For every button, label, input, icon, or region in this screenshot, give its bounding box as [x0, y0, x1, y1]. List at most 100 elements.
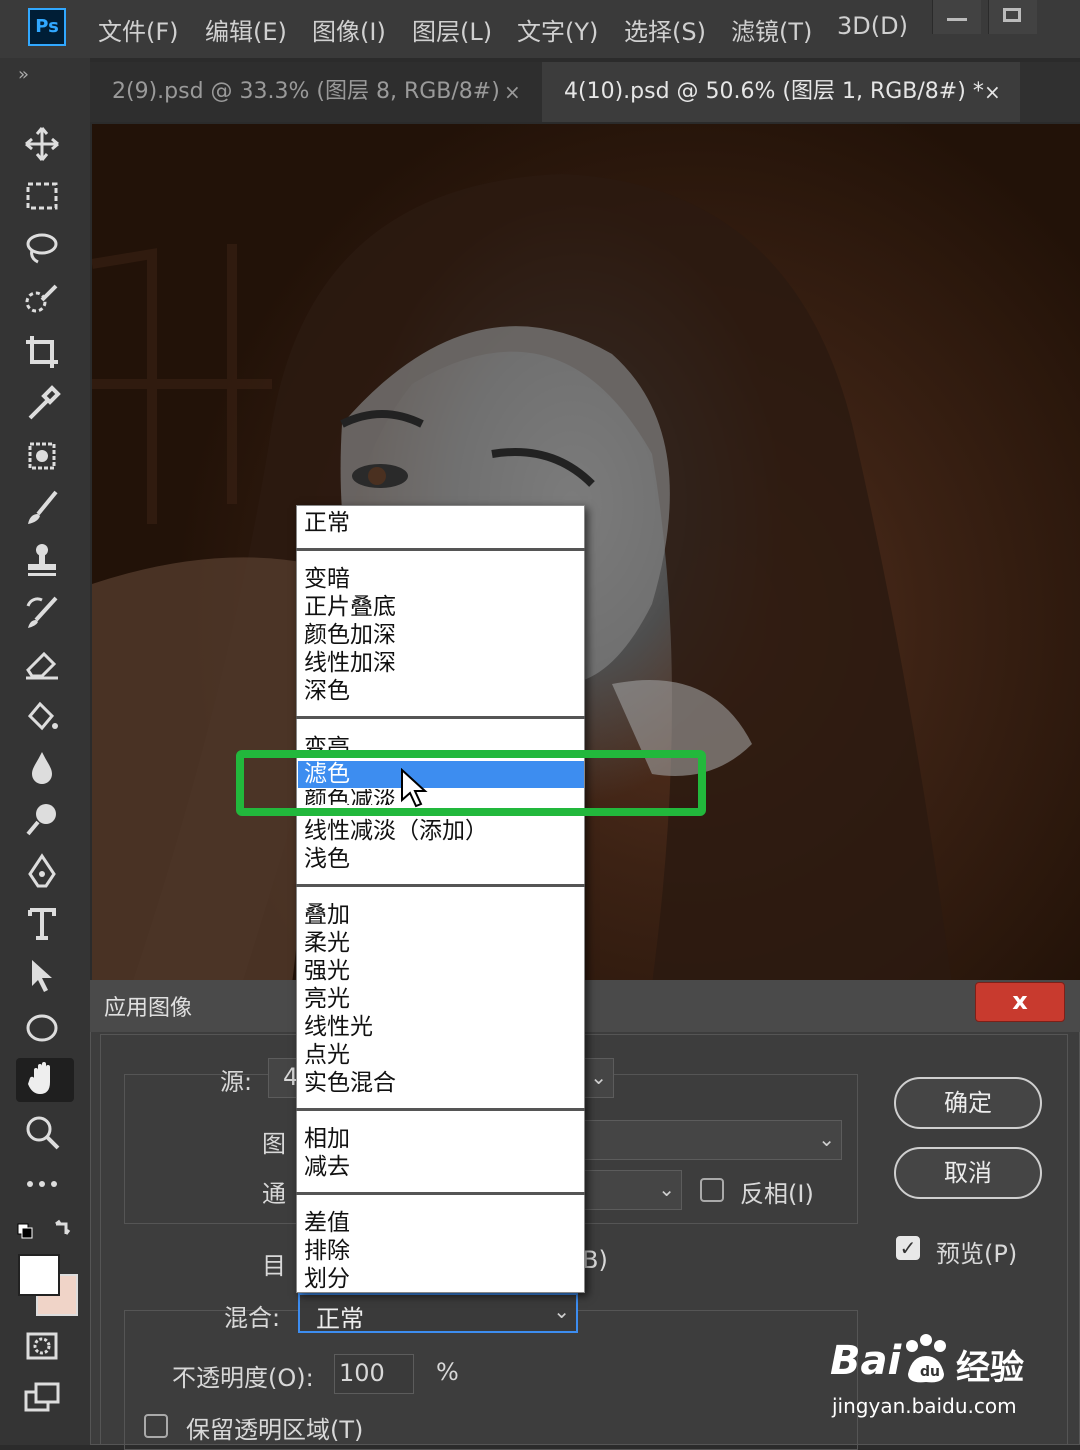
baidu-watermark: Bai du 经验 jingyan.baidu.com	[830, 1330, 1070, 1430]
blend-option[interactable]: 正常	[304, 509, 350, 537]
svg-text:du: du	[920, 1364, 940, 1380]
blend-option[interactable]: 变暗	[304, 565, 350, 593]
blend-option[interactable]: 柔光	[304, 929, 350, 957]
marquee-tool[interactable]	[22, 176, 70, 220]
preserve-transparency-checkbox[interactable]	[144, 1414, 168, 1438]
drop-icon	[32, 752, 52, 784]
crop-icon	[26, 336, 58, 368]
menu-separator	[296, 884, 585, 887]
source-label: 源:	[220, 1068, 253, 1096]
pen-tool[interactable]	[22, 852, 70, 896]
blend-option[interactable]: 实色混合	[304, 1069, 396, 1097]
chevron-down-icon: ⌄	[590, 1065, 607, 1089]
dodge-tool[interactable]	[22, 800, 70, 844]
eraser-tool[interactable]	[22, 644, 70, 688]
close-icon[interactable]: ×	[504, 62, 521, 122]
menu-edit[interactable]: 编辑(E)	[205, 12, 287, 47]
blend-option[interactable]: 线性加深	[304, 649, 396, 677]
menu-3d[interactable]: 3D(D)	[837, 12, 908, 40]
maximize-button[interactable]	[988, 0, 1037, 34]
screen-mode-icon	[24, 1382, 60, 1412]
stamp-icon	[28, 544, 56, 576]
blend-option[interactable]: 线性减淡（添加）	[304, 817, 488, 845]
menu-filter[interactable]: 滤镜(T)	[731, 12, 812, 47]
zoom-tool[interactable]	[22, 1112, 70, 1156]
chevron-down-icon: ⌄	[658, 1177, 675, 1201]
blend-option[interactable]: 点光	[304, 1041, 350, 1069]
eyedropper-icon	[28, 385, 61, 420]
blend-option[interactable]: 亮光	[304, 985, 350, 1013]
menu-file[interactable]: 文件(F)	[98, 12, 179, 47]
swap-colors[interactable]	[16, 1218, 76, 1248]
tab-document-2[interactable]: 4(10).psd @ 50.6% (图层 1, RGB/8#) * ×	[542, 62, 1020, 122]
arrow-cursor-icon	[32, 960, 52, 992]
invert-label: 反相(I)	[740, 1180, 814, 1208]
hand-icon	[28, 1062, 50, 1094]
stamp-tool[interactable]	[22, 540, 70, 584]
screen-mode-tool[interactable]	[22, 1378, 70, 1422]
blend-option[interactable]: 浅色	[304, 845, 350, 873]
blend-option[interactable]: 线性光	[304, 1013, 373, 1041]
blend-option[interactable]: 减去	[304, 1153, 350, 1181]
blur-tool[interactable]	[22, 748, 70, 792]
target-value-suffix: B)	[582, 1246, 608, 1274]
pen-icon	[28, 853, 56, 888]
blend-mode-select[interactable]: 正常 ⌄	[298, 1293, 578, 1333]
more-dots-icon	[27, 1181, 57, 1187]
history-brush-tool[interactable]	[22, 592, 70, 636]
opacity-label: 不透明度(O):	[172, 1364, 314, 1392]
paint-bucket-tool[interactable]	[22, 696, 70, 740]
type-tool[interactable]	[22, 904, 70, 948]
menu-type[interactable]: 文字(Y)	[517, 12, 598, 47]
tab-label: 4(10).psd @ 50.6% (图层 1, RGB/8#) *	[564, 79, 984, 104]
preview-checkbox[interactable]: ✓	[896, 1236, 920, 1260]
frame-tool[interactable]	[22, 436, 70, 480]
quick-mask-tool[interactable]	[22, 1326, 70, 1370]
close-icon[interactable]: ×	[984, 62, 1001, 122]
minimize-button[interactable]	[932, 0, 981, 34]
blend-option[interactable]: 排除	[304, 1237, 350, 1265]
foreground-color-swatch[interactable]	[18, 1254, 60, 1296]
blend-label: 混合:	[224, 1304, 281, 1332]
tab-document-1[interactable]: 2(9).psd @ 33.3% (图层 8, RGB/8#) ×	[90, 62, 542, 122]
brush-icon	[28, 490, 58, 524]
cancel-button[interactable]: 取消	[894, 1147, 1042, 1199]
blend-option[interactable]: 颜色加深	[304, 621, 396, 649]
move-tool[interactable]	[22, 124, 70, 168]
invert-checkbox[interactable]	[700, 1178, 724, 1202]
menu-select[interactable]: 选择(S)	[624, 12, 706, 47]
preview-label: 预览(P)	[936, 1240, 1018, 1268]
ok-button[interactable]: 确定	[894, 1077, 1042, 1129]
blend-option[interactable]: 差值	[304, 1209, 350, 1237]
blend-option[interactable]: 正片叠底	[304, 593, 396, 621]
minimize-icon	[947, 18, 967, 21]
path-select-tool[interactable]	[22, 956, 70, 1000]
lasso-tool[interactable]	[22, 228, 70, 272]
brush-tool[interactable]	[22, 488, 70, 532]
document-canvas[interactable]	[92, 124, 1080, 984]
crop-tool[interactable]	[22, 332, 70, 376]
quick-select-tool[interactable]	[22, 280, 70, 324]
portrait-image	[92, 174, 952, 984]
blend-option[interactable]: 强光	[304, 957, 350, 985]
chevron-down-icon: ⌄	[818, 1127, 835, 1151]
hand-tool[interactable]	[16, 1058, 74, 1102]
rect-marquee-icon	[26, 182, 58, 210]
opacity-input[interactable]: 100	[334, 1354, 414, 1394]
blend-option[interactable]: 划分	[304, 1265, 350, 1293]
menu-separator	[296, 548, 585, 551]
blend-option[interactable]: 深色	[304, 677, 350, 705]
blend-option[interactable]: 叠加	[304, 901, 350, 929]
blend-option[interactable]: 相加	[304, 1125, 350, 1153]
more-tools[interactable]	[22, 1164, 70, 1208]
panel-collapse-icon[interactable]: »	[18, 64, 29, 85]
ellipse-tool[interactable]	[22, 1008, 70, 1052]
menu-image[interactable]: 图像(I)	[312, 12, 386, 47]
menu-layer[interactable]: 图层(L)	[412, 12, 492, 47]
eyedropper-tool[interactable]	[22, 384, 70, 428]
quick-select-icon	[25, 284, 58, 313]
blend-option[interactable]: 变亮	[304, 731, 350, 751]
dialog-close-button[interactable]: x	[975, 982, 1065, 1022]
dialog-title: 应用图像	[104, 996, 193, 1021]
opacity-unit: %	[436, 1358, 459, 1386]
